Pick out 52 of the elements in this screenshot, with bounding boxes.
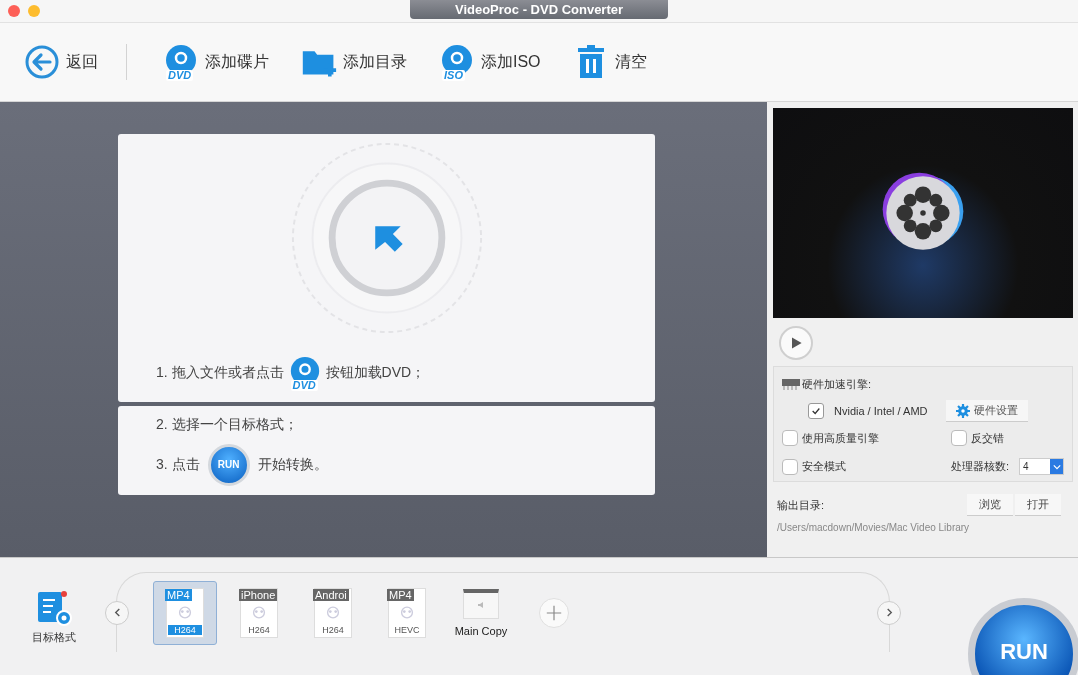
minimize-button[interactable] — [28, 5, 40, 17]
output-label: 输出目录: — [777, 497, 825, 513]
plus-icon — [545, 603, 563, 622]
instruction-text: 3. 点击 — [156, 455, 200, 474]
drop-area[interactable]: 1. 拖入文件或者点击 DVD 按钮加载DVD； — [118, 134, 655, 402]
target-format-button[interactable]: 目标格式 — [32, 588, 76, 645]
instruction-text: 开始转换。 — [257, 455, 328, 474]
checkbox-label: 安全模式 — [802, 459, 846, 474]
chevron-left-icon — [112, 608, 122, 617]
run-icon: RUN — [207, 443, 250, 486]
add-format-button[interactable] — [539, 597, 569, 628]
output-path: /Users/macdown/Movies/Mac Video Library — [777, 522, 971, 533]
video-file-icon: Androi H264 — [314, 587, 352, 638]
format-item[interactable]: Androi H264 — [301, 580, 365, 645]
instruction-text: 1. 拖入文件或者点击 — [156, 364, 284, 382]
output-button[interactable]: 浏览 — [967, 494, 1013, 516]
format-item[interactable]: Main Copy — [449, 580, 513, 645]
checkbox-label: 使用高质量引擎 — [802, 430, 879, 446]
scroll-right-button[interactable] — [877, 600, 901, 625]
cores-dropdown[interactable]: 4 — [1019, 458, 1064, 475]
checkbox-label: Nvidia / Intel / AMD — [834, 405, 928, 417]
checkbox[interactable] — [782, 430, 798, 446]
toolbar-button[interactable]: 清空 — [572, 44, 647, 80]
instruction-text: 按钮加载DVD； — [325, 364, 426, 382]
hardware-settings-button[interactable]: 硬件设置 — [945, 400, 1028, 422]
chip-icon — [782, 378, 800, 391]
close-button[interactable] — [8, 5, 20, 17]
format-item[interactable]: MP4 HEVC — [375, 580, 439, 645]
toolbar-button[interactable]: ISO 添加ISO — [439, 44, 541, 80]
toolbar-button[interactable]: 返回 — [24, 44, 98, 80]
checkbox[interactable] — [950, 430, 967, 446]
video-file-icon: iPhone H264 — [240, 587, 278, 638]
window-title: VideoProc - DVD Converter — [410, 0, 668, 19]
scroll-left-button[interactable] — [105, 600, 129, 625]
checkmark-icon — [811, 406, 821, 416]
chevron-right-icon — [884, 608, 894, 617]
checkbox[interactable] — [808, 403, 824, 419]
toolbar-button[interactable]: DVD 添加碟片 — [163, 44, 269, 80]
hardware-title: 硬件加速引擎: — [802, 377, 872, 392]
instruction-text: 2. 选择一个目标格式； — [155, 415, 298, 434]
cores-label: 处理器核数: — [950, 459, 1009, 474]
checkbox[interactable] — [782, 458, 798, 475]
toolbar-button[interactable]: 添加目录 — [301, 44, 407, 80]
output-button[interactable]: 打开 — [1015, 494, 1061, 516]
format-item[interactable]: iPhone H264 — [227, 580, 291, 645]
chevron-down-icon — [1052, 463, 1061, 470]
video-window-icon — [463, 588, 499, 619]
checkbox-label: 反交错 — [970, 430, 1004, 446]
video-file-icon: MP4 H264 — [166, 587, 204, 638]
gear-icon — [955, 403, 970, 418]
video-file-icon: MP4 HEVC — [388, 587, 426, 638]
play-button[interactable] — [779, 326, 813, 360]
